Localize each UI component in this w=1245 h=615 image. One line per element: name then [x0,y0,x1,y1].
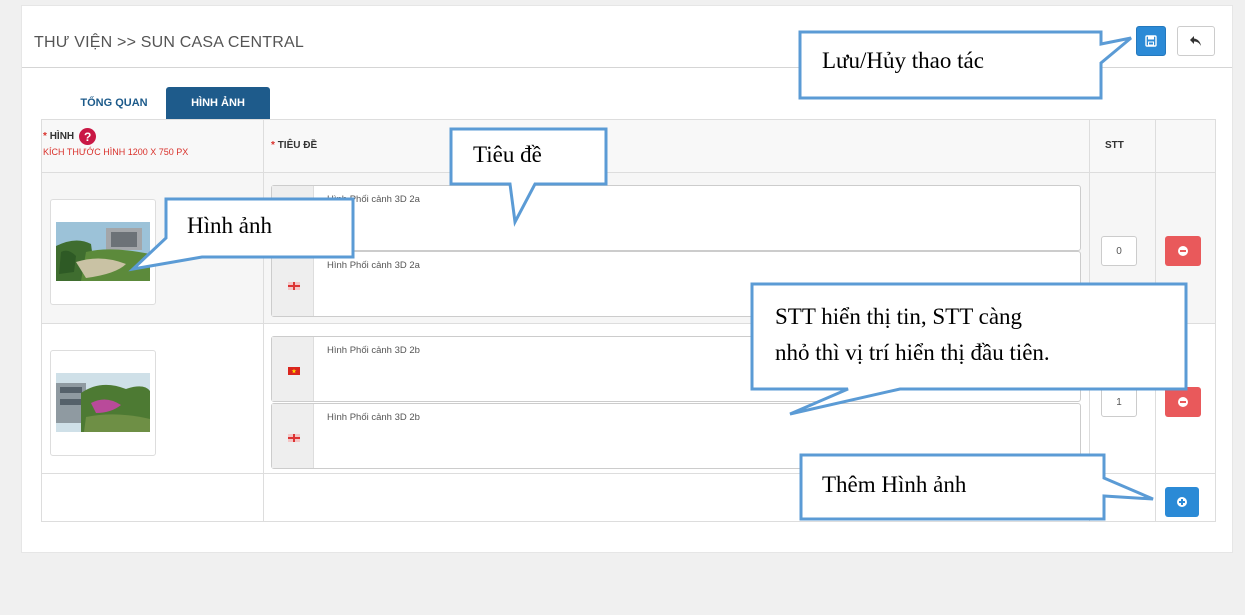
uk-flag-icon [288,282,300,290]
callout-stt-line1: STT hiển thị tin, STT càng [775,304,1023,329]
title-field-en[interactable]: Hình Phối cảnh 3D 2b [271,403,1081,469]
column-divider [263,120,264,521]
stt-input[interactable]: 1 [1101,387,1137,417]
language-gutter [272,252,314,316]
page-title: THƯ VIỆN >> SUN CASA CENTRAL [34,34,304,51]
column-header-image: * HÌNH ? KÍCH THƯỚC HÌNH 1200 X 750 PX [43,128,188,157]
image-thumbnail[interactable] [50,199,156,305]
column-label-image: HÌNH [49,131,75,142]
required-marker: * [43,131,47,142]
language-gutter [272,404,314,468]
plus-circle-icon [1177,497,1187,507]
undo-button[interactable] [1177,26,1215,56]
row-divider [42,172,1215,173]
image-thumbnail[interactable] [50,350,156,456]
landscape-image [56,373,150,432]
title-field-vi[interactable]: Hình Phối cảnh 3D 2a [271,185,1081,251]
vietnam-flag-icon [288,367,300,375]
required-marker: * [271,140,275,151]
save-button[interactable] [1136,26,1166,56]
floppy-disk-icon [1145,35,1157,47]
column-header-title: * TIÊU ĐỀ [271,140,317,151]
column-divider [1155,120,1156,521]
title-text: Hình Phối cảnh 3D 2b [327,412,420,423]
uk-flag-icon [288,434,300,442]
image-table: * HÌNH ? KÍCH THƯỚC HÌNH 1200 X 750 PX *… [41,119,1216,522]
help-icon[interactable]: ? [79,128,97,145]
callout-save-cancel-text: Lưu/Hủy thao tác [822,48,984,73]
stt-input[interactable]: 0 [1101,236,1137,266]
callout-image-text: Hình ảnh [187,213,272,238]
title-text: Hình Phối cảnh 3D 2b [327,345,420,356]
title-text: Hình Phối cảnh 3D 2a [327,260,420,271]
library-panel: THƯ VIỆN >> SUN CASA CENTRAL TỔNG QUAN H… [21,5,1233,553]
title-text: Hình Phối cảnh 3D 2a [327,194,420,205]
header-divider [22,67,1232,68]
remove-row-button[interactable] [1165,236,1201,266]
undo-arrow-icon [1190,36,1201,46]
callout-stt-line2: nhỏ thì vị trí hiển thị đầu tiên. [775,340,1050,365]
column-divider [1089,120,1090,521]
image-size-hint: KÍCH THƯỚC HÌNH 1200 X 750 PX [43,147,189,157]
callout-add-image-text: Thêm Hình ảnh [822,472,967,497]
table-header [42,120,1215,172]
minus-circle-icon [1178,397,1188,407]
row-divider [42,323,1215,324]
remove-row-button[interactable] [1165,387,1201,417]
tab-images[interactable]: HÌNH ẢNH [166,87,270,119]
column-label-title: TIÊU ĐỀ [277,140,318,151]
callout-title-text: Tiêu đề [473,142,542,167]
language-gutter [272,337,314,401]
add-image-button[interactable] [1165,487,1199,517]
row-divider [42,473,1215,474]
landscape-image [56,222,150,281]
column-header-stt: STT [1105,140,1124,151]
minus-circle-icon [1178,246,1188,256]
language-gutter [272,186,314,250]
tab-overview[interactable]: TỔNG QUAN [62,87,166,119]
